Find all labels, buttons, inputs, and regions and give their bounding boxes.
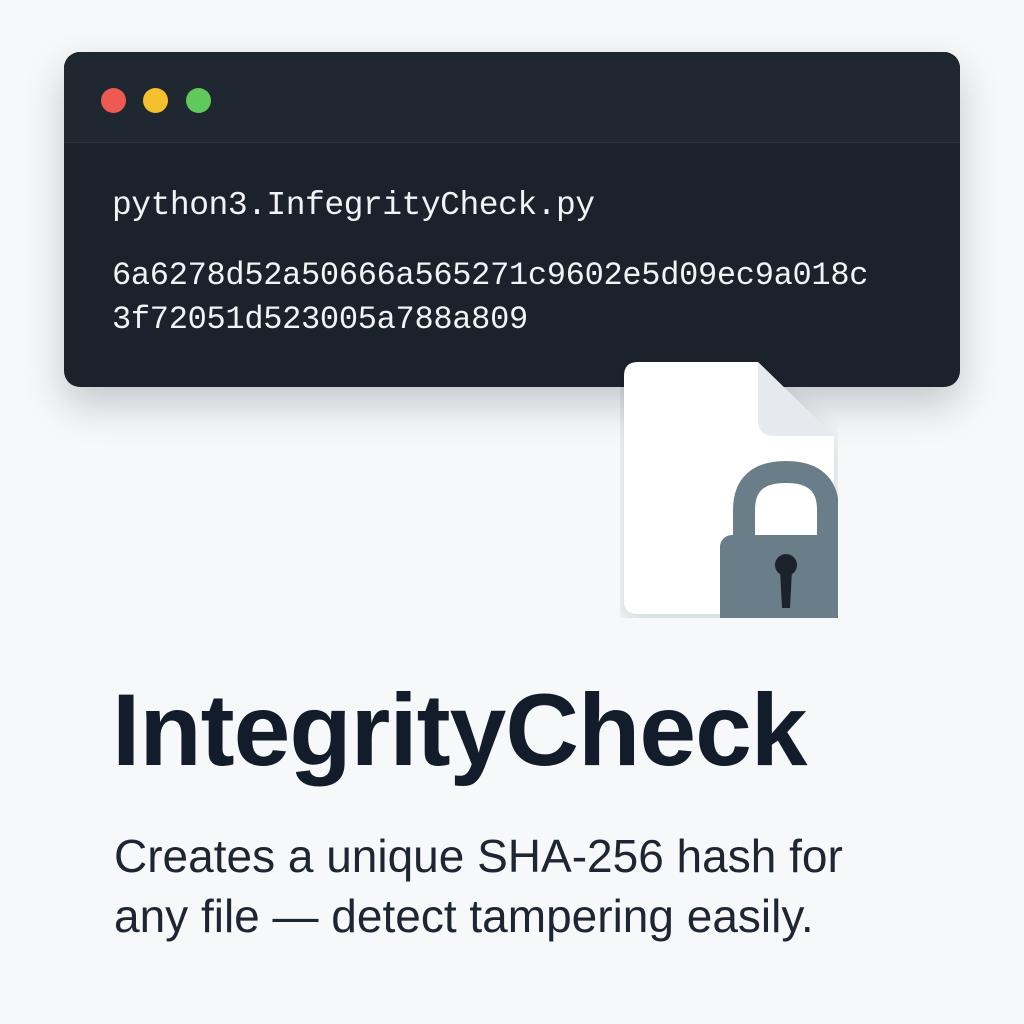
product-description: Creates a unique SHA-256 hash for any fi… <box>114 826 994 946</box>
maximize-window-button[interactable] <box>186 88 211 113</box>
terminal-output: python3.InfegrityCheck.py 6a6278d52a5066… <box>112 184 930 342</box>
locked-file-icon <box>624 362 838 618</box>
hash-output-line-1: 6a6278d52a50666a565271c9602e5d09ec9a018c <box>112 257 869 294</box>
terminal-command: python3.InfegrityCheck.py <box>112 187 595 224</box>
terminal-window: python3.InfegrityCheck.py 6a6278d52a5066… <box>64 52 960 387</box>
product-title: IntegrityCheck <box>112 673 808 787</box>
terminal-titlebar <box>64 52 960 143</box>
hash-output-line-2: 3f72051d523005a788a809 <box>112 301 528 338</box>
description-line-1: Creates a unique SHA-256 hash for <box>114 830 843 882</box>
close-window-button[interactable] <box>101 88 126 113</box>
description-line-2: any file — detect tampering easily. <box>114 890 814 942</box>
minimize-window-button[interactable] <box>143 88 168 113</box>
